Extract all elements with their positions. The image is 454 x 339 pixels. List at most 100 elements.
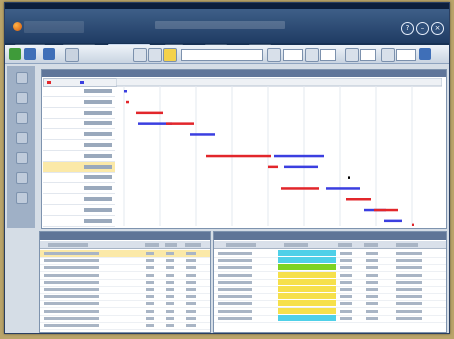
table-cell bbox=[340, 309, 352, 313]
table-cell bbox=[278, 250, 336, 256]
table-cell bbox=[396, 266, 422, 270]
table-cell bbox=[186, 288, 196, 291]
sidebar-icon[interactable] bbox=[16, 132, 28, 144]
table-cell bbox=[186, 316, 196, 320]
close-icon[interactable]: × bbox=[431, 22, 444, 35]
view-icon[interactable] bbox=[148, 48, 162, 62]
table-cell bbox=[186, 266, 196, 270]
toolbar bbox=[5, 45, 449, 64]
table-cell bbox=[44, 273, 99, 277]
table-cell bbox=[278, 314, 336, 321]
table-cell bbox=[166, 302, 174, 306]
table-cell bbox=[340, 288, 352, 291]
help-icon[interactable]: ? bbox=[401, 22, 414, 35]
gantt-row[interactable] bbox=[43, 140, 115, 151]
table-cell bbox=[218, 295, 252, 299]
table-cell bbox=[396, 288, 422, 291]
table-cell bbox=[366, 302, 378, 306]
view-icon[interactable] bbox=[133, 48, 147, 62]
table-cell bbox=[340, 295, 352, 299]
column-header bbox=[284, 243, 308, 247]
left-panel-header bbox=[40, 232, 210, 240]
table-cell bbox=[396, 259, 422, 263]
gantt-row[interactable] bbox=[43, 172, 115, 184]
gantt-row[interactable] bbox=[43, 161, 115, 173]
calendar-icon[interactable] bbox=[163, 48, 177, 62]
table-cell bbox=[396, 316, 422, 320]
left-detail-panel bbox=[39, 231, 211, 333]
table-cell bbox=[278, 278, 336, 285]
gantt-bar bbox=[136, 111, 163, 115]
table-cell bbox=[186, 309, 196, 313]
filter-icon[interactable] bbox=[65, 48, 79, 62]
gantt-row-label bbox=[84, 99, 112, 104]
gantt-row-label bbox=[84, 110, 112, 115]
sidebar-icon[interactable] bbox=[16, 92, 28, 104]
column-header bbox=[185, 243, 201, 247]
zoom-field[interactable] bbox=[283, 49, 303, 61]
zoom-icon[interactable] bbox=[267, 48, 281, 62]
gantt-row[interactable] bbox=[43, 151, 115, 162]
gantt-row[interactable] bbox=[43, 194, 115, 205]
month-view-icon[interactable] bbox=[381, 48, 395, 62]
date-range-field[interactable] bbox=[181, 49, 263, 61]
gantt-bar bbox=[284, 165, 318, 169]
table-cell bbox=[218, 302, 252, 306]
table-cell bbox=[186, 259, 196, 263]
gantt-row-label bbox=[84, 175, 112, 180]
table-cell bbox=[218, 266, 252, 270]
time-axis bbox=[116, 78, 442, 87]
table-cell bbox=[146, 273, 154, 277]
table-cell bbox=[340, 302, 352, 306]
day-view-field[interactable] bbox=[320, 49, 336, 61]
table-cell bbox=[396, 280, 422, 284]
logo-mark-icon bbox=[13, 22, 22, 31]
table-row[interactable] bbox=[40, 322, 210, 330]
sidebar-icon[interactable] bbox=[16, 172, 28, 184]
table-cell bbox=[44, 266, 99, 270]
table-cell bbox=[44, 259, 99, 263]
gantt-row[interactable] bbox=[43, 205, 115, 216]
gantt-row[interactable] bbox=[43, 86, 115, 97]
table-cell bbox=[396, 302, 422, 306]
sidebar-icon[interactable] bbox=[16, 152, 28, 164]
gantt-row[interactable] bbox=[43, 118, 115, 130]
right-table-header bbox=[214, 241, 446, 249]
table-cell bbox=[166, 295, 174, 299]
gantt-row-label bbox=[84, 89, 112, 93]
week-view-field[interactable] bbox=[360, 49, 376, 61]
settings-icon[interactable] bbox=[419, 48, 431, 60]
table-row[interactable] bbox=[214, 314, 446, 323]
gantt-row[interactable] bbox=[43, 183, 115, 195]
gantt-row-label bbox=[84, 132, 112, 137]
gantt-row[interactable] bbox=[43, 129, 115, 141]
sidebar-icon[interactable] bbox=[16, 192, 28, 204]
print-icon[interactable] bbox=[43, 48, 55, 60]
table-cell bbox=[166, 288, 174, 291]
minimize-icon[interactable]: – bbox=[416, 22, 429, 35]
table-cell bbox=[278, 286, 336, 292]
save-icon[interactable] bbox=[9, 48, 21, 60]
table-cell bbox=[366, 288, 378, 291]
table-cell bbox=[396, 252, 422, 255]
table-cell bbox=[396, 309, 422, 313]
gantt-row[interactable] bbox=[43, 97, 115, 108]
day-view-icon[interactable] bbox=[305, 48, 319, 62]
sidebar-icon[interactable] bbox=[16, 72, 28, 84]
month-view-field[interactable] bbox=[396, 49, 416, 61]
gantt-row-label bbox=[84, 164, 112, 169]
table-cell bbox=[186, 295, 196, 299]
table-cell bbox=[366, 273, 378, 277]
table-cell bbox=[166, 259, 174, 263]
gantt-bar bbox=[326, 187, 360, 190]
table-cell bbox=[186, 273, 196, 277]
gantt-row-label bbox=[84, 207, 112, 212]
table-cell bbox=[340, 280, 352, 284]
sidebar-icon[interactable] bbox=[16, 112, 28, 124]
refresh-icon[interactable] bbox=[24, 48, 36, 60]
table-cell bbox=[218, 273, 252, 277]
gantt-row[interactable] bbox=[43, 216, 115, 227]
gantt-row[interactable] bbox=[43, 108, 115, 119]
table-cell bbox=[166, 280, 174, 284]
week-view-icon[interactable] bbox=[345, 48, 359, 62]
